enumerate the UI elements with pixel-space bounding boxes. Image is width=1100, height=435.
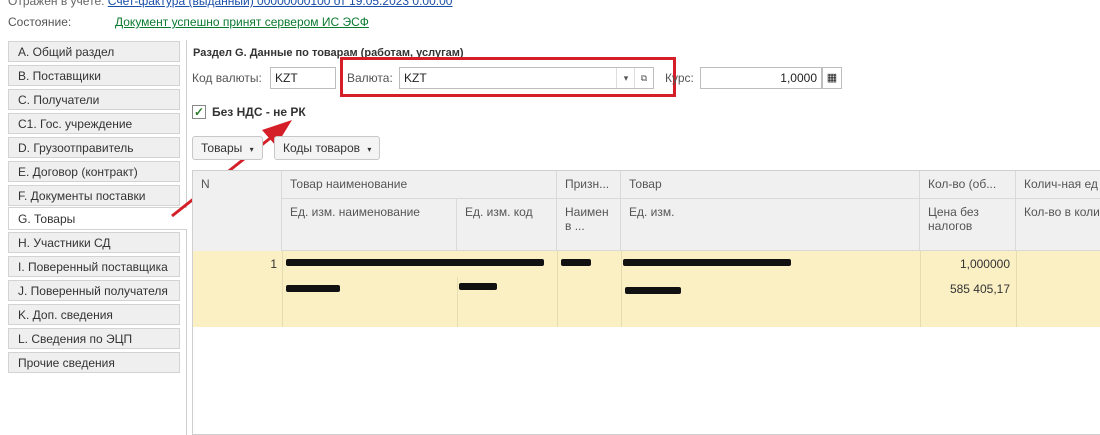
sidebar-item-c1[interactable]: C1. Гос. учреждение <box>8 113 180 134</box>
header-goods-name[interactable]: Товар наименование <box>282 171 557 199</box>
state-link[interactable]: Документ успешно принят сервером ИС ЭСФ <box>115 15 369 29</box>
header-sign[interactable]: Призн... <box>557 171 621 199</box>
redacted-goods-name <box>286 259 544 266</box>
sidebar-item-d[interactable]: D. Грузоотправитель <box>8 137 180 158</box>
goods-button[interactable]: Товары ▾ <box>192 136 263 160</box>
sidebar-item-a[interactable]: A. Общий раздел <box>8 41 180 62</box>
sidebar-item-j[interactable]: J. Поверенный получателя <box>8 280 180 301</box>
rate-input[interactable]: 1,0000 <box>700 67 822 89</box>
reflected-label: Отражен в учете: <box>8 0 105 8</box>
header-n[interactable]: N <box>193 171 282 251</box>
header-unit-name[interactable]: Ед. изм. наименование <box>282 199 457 251</box>
sidebar-item-e[interactable]: E. Договор (контракт) <box>8 161 180 182</box>
header-quantity-in[interactable]: Кол-во в коли <box>1016 199 1100 251</box>
header-goods[interactable]: Товар <box>621 171 920 199</box>
header-unit[interactable]: Ед. изм. <box>621 199 920 251</box>
sidebar: A. Общий раздел B. Поставщики C. Получат… <box>0 40 187 435</box>
sidebar-item-b[interactable]: B. Поставщики <box>8 65 180 86</box>
header-name-in[interactable]: Наимен в ... <box>557 199 621 251</box>
highlight-frame-currency <box>340 57 676 97</box>
reflected-line: Отражен в учете: Счет-фактура (выданный)… <box>8 0 452 8</box>
table-row[interactable]: 1 1,000000 585 405,17 <box>193 251 1100 327</box>
header-quantity-unit[interactable]: Колич-ная ед <box>1016 171 1100 199</box>
row-quantity: 1,000000 <box>959 257 1010 271</box>
chevron-down-icon: ▾ <box>367 145 372 154</box>
sidebar-item-c[interactable]: C. Получатели <box>8 89 180 110</box>
sidebar-item-i[interactable]: I. Поверенный поставщика <box>8 256 180 277</box>
redacted-unit-code <box>459 283 497 290</box>
chevron-down-icon: ▾ <box>249 145 254 154</box>
sidebar-item-l[interactable]: L. Сведения по ЭЦП <box>8 328 180 349</box>
goods-codes-button-label: Коды товаров <box>283 141 361 155</box>
redacted-unit <box>625 287 681 294</box>
goods-codes-button[interactable]: Коды товаров ▾ <box>274 136 381 160</box>
sidebar-item-f[interactable]: F. Документы поставки <box>8 185 180 206</box>
sidebar-item-k[interactable]: K. Доп. сведения <box>8 304 180 325</box>
currency-code-label: Код валюты: <box>192 71 262 85</box>
redacted-goods <box>623 259 791 266</box>
sidebar-item-h[interactable]: H. Участники СД <box>8 232 180 253</box>
redacted-unit-name <box>286 285 340 292</box>
redacted-sign <box>561 259 591 266</box>
sidebar-item-other[interactable]: Прочие сведения <box>8 352 180 373</box>
reflected-document-link[interactable]: Счет-фактура (выданный) 00000000100 от 1… <box>108 0 453 8</box>
state-label: Состояние: <box>8 15 72 29</box>
row-number: 1 <box>270 257 277 271</box>
header-quantity[interactable]: Кол-во (об... <box>920 171 1016 199</box>
goods-table: N Товар наименование Призн... Товар Кол-… <box>192 170 1100 435</box>
row-price: 585 405,17 <box>949 282 1010 296</box>
header-price-no-tax[interactable]: Цена без налогов <box>920 199 1016 251</box>
calculator-icon[interactable]: ▦ <box>822 67 842 89</box>
currency-code-input[interactable]: KZT <box>270 67 336 89</box>
goods-button-label: Товары <box>201 141 243 155</box>
rate-label: Курс: <box>665 71 694 85</box>
header-unit-code[interactable]: Ед. изм. код <box>457 199 557 251</box>
